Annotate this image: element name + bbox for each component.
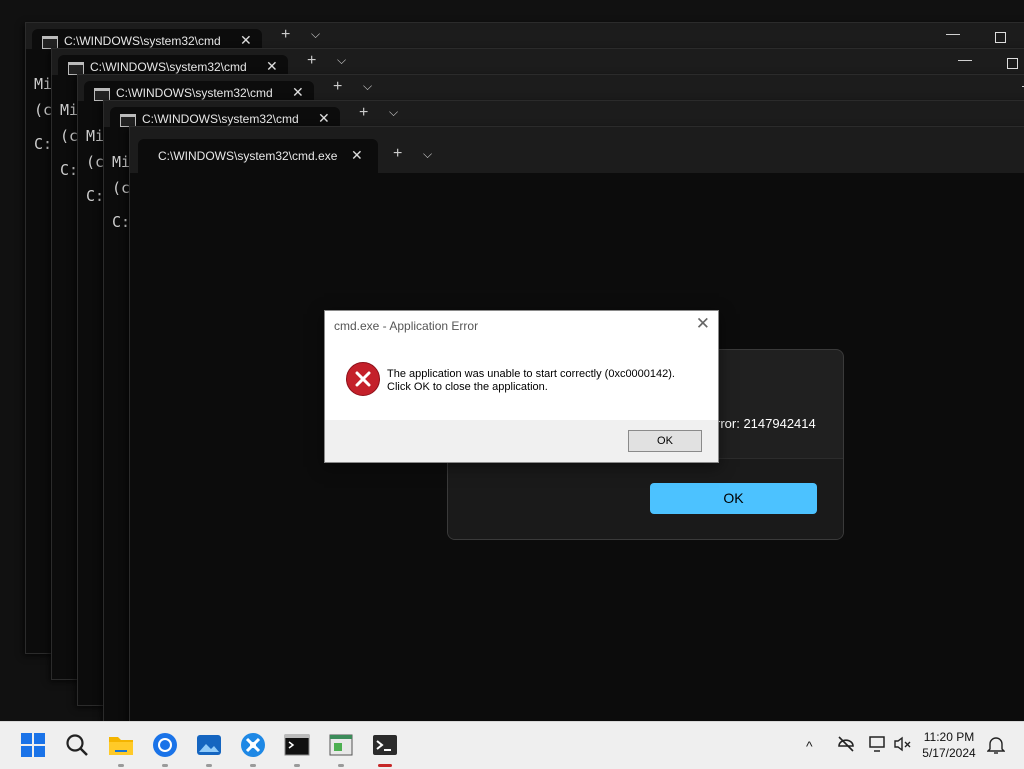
error-code-text: rror: 2147942414 xyxy=(716,416,816,431)
tab-dropdown-icon[interactable]: ⌵ xyxy=(389,105,398,120)
tab-cmd[interactable]: C:\WINDOWS\system32\cmd.exe ✕ xyxy=(138,139,378,173)
running-indicator xyxy=(250,764,256,767)
console-line: (c xyxy=(86,153,105,171)
windows-logo-icon xyxy=(21,733,45,757)
console-line: C: xyxy=(112,213,131,231)
tab-close-icon[interactable]: ✕ xyxy=(266,58,278,75)
console-line: Mi xyxy=(112,153,131,171)
tab-close-icon[interactable]: ✕ xyxy=(318,110,330,127)
tab-title: C:\WINDOWS\system32\cmd.exe xyxy=(158,149,338,163)
running-indicator xyxy=(206,764,212,767)
display-icon[interactable] xyxy=(868,734,888,754)
tool-icon xyxy=(241,733,265,757)
tab-title: C:\WINDOWS\system32\cmd xyxy=(142,112,299,126)
clock-date: 5/17/2024 xyxy=(922,746,976,760)
error-message: Click OK to close the application. xyxy=(387,381,548,393)
error-message: The application was unable to start corr… xyxy=(387,368,675,380)
photos-button[interactable] xyxy=(196,732,222,758)
active-indicator xyxy=(378,764,392,767)
maximize-button[interactable] xyxy=(995,32,1006,43)
console-line: Mi xyxy=(60,101,79,119)
app-button[interactable] xyxy=(240,732,266,758)
minimize-button[interactable]: — xyxy=(958,51,972,67)
minimize-button[interactable]: — xyxy=(946,25,960,41)
console-line: C: xyxy=(34,135,53,153)
tab-title: C:\WINDOWS\system32\cmd xyxy=(64,34,221,48)
new-tab-button[interactable]: + xyxy=(281,26,290,44)
running-indicator xyxy=(294,764,300,767)
ok-button[interactable]: OK xyxy=(650,483,817,514)
console-line: Mi xyxy=(34,75,53,93)
desktop: C:\WINDOWS\system32\cmd ✕ + ⌵ — Mi (c C:… xyxy=(0,0,1024,721)
chrome-button[interactable] xyxy=(152,732,178,758)
notification-bell-icon[interactable] xyxy=(986,735,1006,755)
tab-dropdown-icon[interactable]: ⌵ xyxy=(337,53,346,68)
folder-icon xyxy=(109,737,133,755)
new-tab-button[interactable]: + xyxy=(333,78,342,96)
terminal-icon xyxy=(373,735,397,755)
terminal-button[interactable] xyxy=(372,732,398,758)
volume-muted-icon[interactable] xyxy=(893,734,913,754)
taskbar: ^ 11:20 PM 5/17/2024 xyxy=(0,721,1024,769)
error-icon xyxy=(346,362,380,396)
photos-icon xyxy=(197,735,221,755)
tab-close-icon[interactable]: ✕ xyxy=(292,84,304,101)
new-tab-button[interactable]: + xyxy=(307,52,316,70)
start-button[interactable] xyxy=(20,732,46,758)
new-tab-button[interactable]: + xyxy=(359,104,368,122)
tab-title: C:\WINDOWS\system32\cmd xyxy=(90,60,247,74)
console-line: (c xyxy=(112,179,131,197)
chrome-icon xyxy=(153,733,177,757)
cmd-button[interactable] xyxy=(284,732,310,758)
tab-dropdown-icon[interactable]: ⌵ xyxy=(363,79,372,94)
app-button[interactable] xyxy=(328,732,354,758)
console-line: C: xyxy=(86,187,105,205)
running-indicator xyxy=(118,764,124,767)
console-line: (c xyxy=(60,127,79,145)
tab-dropdown-icon[interactable]: ⌵ xyxy=(423,147,432,162)
console-line: Mi xyxy=(86,127,105,145)
search-icon xyxy=(66,734,88,756)
show-hidden-icons-button[interactable]: ^ xyxy=(806,738,813,754)
dialog-footer: OK xyxy=(325,420,718,462)
new-tab-button[interactable]: + xyxy=(393,145,402,163)
clock-time: 11:20 PM xyxy=(923,730,975,744)
console-line: (c xyxy=(34,101,53,119)
maximize-button[interactable] xyxy=(1007,58,1018,69)
application-error-dialog: cmd.exe - Application Error ✕ The applic… xyxy=(324,310,719,463)
close-icon[interactable]: ✕ xyxy=(696,314,710,334)
network-status-icon[interactable] xyxy=(836,734,856,754)
file-explorer-button[interactable] xyxy=(108,732,134,758)
tab-dropdown-icon[interactable]: ⌵ xyxy=(311,27,320,42)
running-indicator xyxy=(338,764,344,767)
dialog-title: cmd.exe - Application Error xyxy=(334,319,479,333)
search-button[interactable] xyxy=(64,732,90,758)
cmd-icon xyxy=(284,734,310,756)
window-app-icon xyxy=(329,734,353,756)
running-indicator xyxy=(162,764,168,767)
tab-title: C:\WINDOWS\system32\cmd xyxy=(116,86,273,100)
console-line: C: xyxy=(60,161,79,179)
clock[interactable]: 11:20 PM 5/17/2024 xyxy=(914,729,984,761)
tab-close-icon[interactable]: ✕ xyxy=(240,32,252,49)
ok-button[interactable]: OK xyxy=(628,430,702,452)
tab-close-icon[interactable]: ✕ xyxy=(351,147,363,164)
